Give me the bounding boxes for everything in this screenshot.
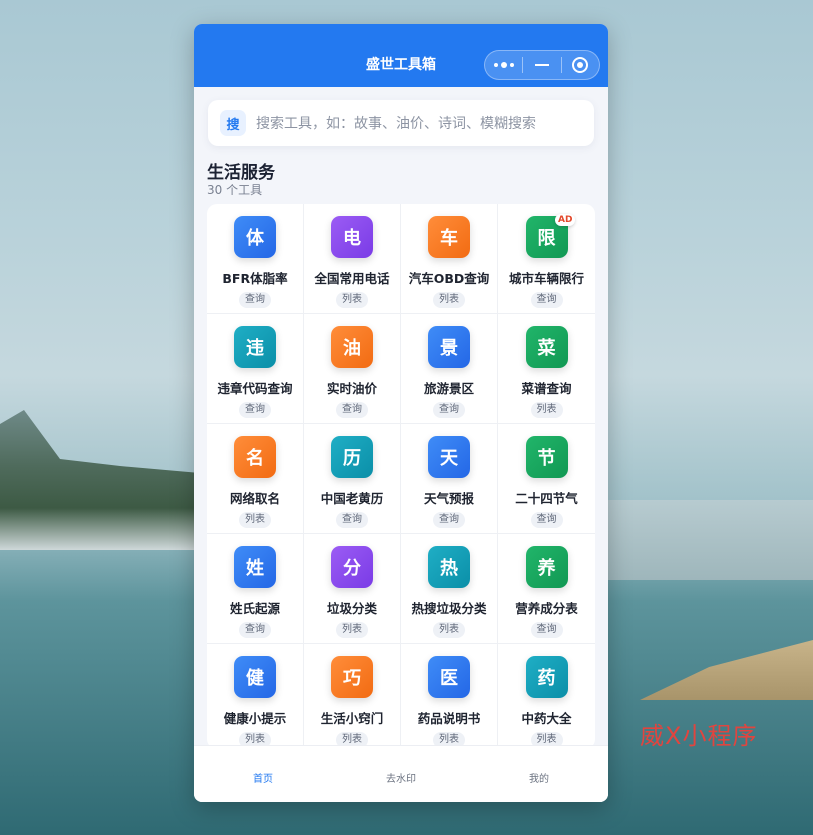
tool-icon: 分	[331, 546, 373, 588]
tool-name: 全国常用电话	[314, 271, 390, 286]
tool-card[interactable]: 油实时油价 查询	[304, 314, 401, 424]
tool-tag: 列表	[433, 622, 465, 638]
tool-tag: 查询	[239, 402, 271, 418]
tool-icon: 巧	[331, 656, 373, 698]
tool-icon: 药	[525, 656, 568, 698]
bottom-tab-bar: 首页 去水印 我的	[194, 745, 608, 802]
target-circle-icon[interactable]	[562, 51, 599, 79]
tool-name: 网络取名	[229, 491, 280, 506]
tool-icon: 天	[428, 436, 470, 478]
tool-tag: 查询	[530, 292, 563, 308]
tool-name: 违章代码查询	[217, 381, 293, 396]
background-mountain	[0, 410, 200, 550]
tool-name: 中药大全	[521, 711, 572, 726]
tool-grid: 体 BFR体脂率 查询 电全国常用电话 列表 车汽车OBD查询 列表 限 AD 城市车辆限行…	[207, 204, 595, 749]
minus-icon[interactable]	[523, 51, 560, 79]
tool-card[interactable]: 药中药大全 列表	[498, 644, 595, 749]
tool-tag: 查询	[336, 402, 368, 418]
search-placeholder: 搜索工具，如：故事、油价、诗词、模糊搜索	[256, 116, 536, 132]
tool-card[interactable]: 健健康小提示 列表	[207, 644, 304, 749]
tool-tag: 查询	[433, 512, 465, 528]
tool-name: 营养成分表	[515, 601, 578, 616]
search-input[interactable]: 搜 搜索工具，如：故事、油价、诗词、模糊搜索	[208, 100, 594, 146]
tool-icon: 姓	[234, 546, 276, 588]
tool-icon: 医	[428, 656, 470, 698]
tool-name: 汽车OBD查询	[408, 271, 490, 286]
tool-name: 菜谱查询	[521, 381, 572, 396]
tool-card[interactable]: 节二十四节气 查询	[498, 424, 595, 534]
more-dots-icon[interactable]	[485, 51, 522, 79]
tab-mine[interactable]: 我的	[470, 746, 608, 802]
tool-name: 药品说明书	[417, 711, 481, 726]
section-title: 生活服务	[207, 163, 275, 183]
tool-card[interactable]: 限 AD 城市车辆限行 查询	[498, 204, 595, 314]
tool-tag: 查询	[530, 622, 563, 638]
tool-icon: 体	[234, 216, 276, 258]
tool-card[interactable]: 巧生活小窍门 列表	[304, 644, 401, 749]
capsule-menu	[484, 50, 600, 80]
tool-card[interactable]: 养营养成分表 查询	[498, 534, 595, 644]
tool-name: 生活小窍门	[320, 711, 384, 726]
tool-icon: 景	[428, 326, 470, 368]
watermark-text: 威X小程序	[640, 722, 758, 750]
tool-icon: 健	[234, 656, 276, 698]
tool-count: 30 个工具	[207, 183, 263, 197]
background-grass	[640, 640, 813, 700]
tool-card[interactable]: 姓姓氏起源 查询	[207, 534, 304, 644]
tool-card[interactable]: 天天气预报 查询	[401, 424, 498, 534]
tool-card[interactable]: 电全国常用电话 列表	[304, 204, 401, 314]
tool-card[interactable]: 菜菜谱查询 列表	[498, 314, 595, 424]
tool-card[interactable]: 违违章代码查询 查询	[207, 314, 304, 424]
tool-card[interactable]: 医药品说明书 列表	[401, 644, 498, 749]
tool-icon: 油	[331, 326, 373, 368]
tool-tag: 列表	[433, 292, 465, 308]
tool-icon: 电	[331, 216, 373, 258]
tool-name: 旅游景区	[423, 381, 474, 396]
tool-icon: 节	[525, 436, 568, 478]
tool-tag: 列表	[336, 292, 368, 308]
tool-card[interactable]: 热热搜垃圾分类 列表	[401, 534, 498, 644]
tool-icon: 热	[428, 546, 470, 588]
tool-icon: 历	[331, 436, 373, 478]
tool-tag: 列表	[336, 622, 368, 638]
tool-icon: 菜	[525, 326, 568, 368]
tool-name: 热搜垃圾分类	[411, 601, 487, 616]
tool-card[interactable]: 名网络取名 列表	[207, 424, 304, 534]
tool-name: 城市车辆限行	[508, 271, 584, 286]
ad-badge: AD	[555, 214, 576, 226]
tool-tag: 查询	[239, 292, 271, 308]
tool-icon: 违	[234, 326, 276, 368]
tool-tag: 列表	[530, 402, 563, 418]
tool-card[interactable]: 体 BFR体脂率 查询	[207, 204, 304, 314]
tool-name: 天气预报	[423, 491, 474, 506]
title-bar: 盛世工具箱	[194, 24, 608, 87]
tool-tag: 查询	[336, 512, 368, 528]
tool-icon: 名	[234, 436, 276, 478]
tool-name: 实时油价	[326, 381, 377, 396]
tool-tag: 查询	[433, 402, 465, 418]
tool-icon: 车	[428, 216, 470, 258]
tool-tag: 查询	[239, 622, 271, 638]
background-shore	[608, 500, 813, 580]
tool-card[interactable]: 车汽车OBD查询 列表	[401, 204, 498, 314]
tool-name: 健康小提示	[223, 711, 287, 726]
tool-name: 二十四节气	[515, 491, 578, 506]
tool-name: 姓氏起源	[229, 601, 280, 616]
tool-card[interactable]: 分垃圾分类 列表	[304, 534, 401, 644]
tool-tag: 查询	[530, 512, 563, 528]
tab-home[interactable]: 首页	[194, 746, 332, 802]
tool-tag: 列表	[239, 512, 271, 528]
tool-icon: 养	[525, 546, 568, 588]
search-icon: 搜	[220, 110, 246, 136]
tool-name: 中国老黄历	[320, 491, 384, 506]
tab-remove-watermark[interactable]: 去水印	[332, 746, 470, 802]
tool-name: BFR体脂率	[222, 271, 288, 286]
tool-name: 垃圾分类	[326, 601, 377, 616]
tool-card[interactable]: 历中国老黄历 查询	[304, 424, 401, 534]
mini-program-window: 盛世工具箱 搜 搜索工具，如：故事、油价、诗词、模糊搜索 生活服务 30 个工具…	[194, 24, 608, 802]
tool-card[interactable]: 景旅游景区 查询	[401, 314, 498, 424]
